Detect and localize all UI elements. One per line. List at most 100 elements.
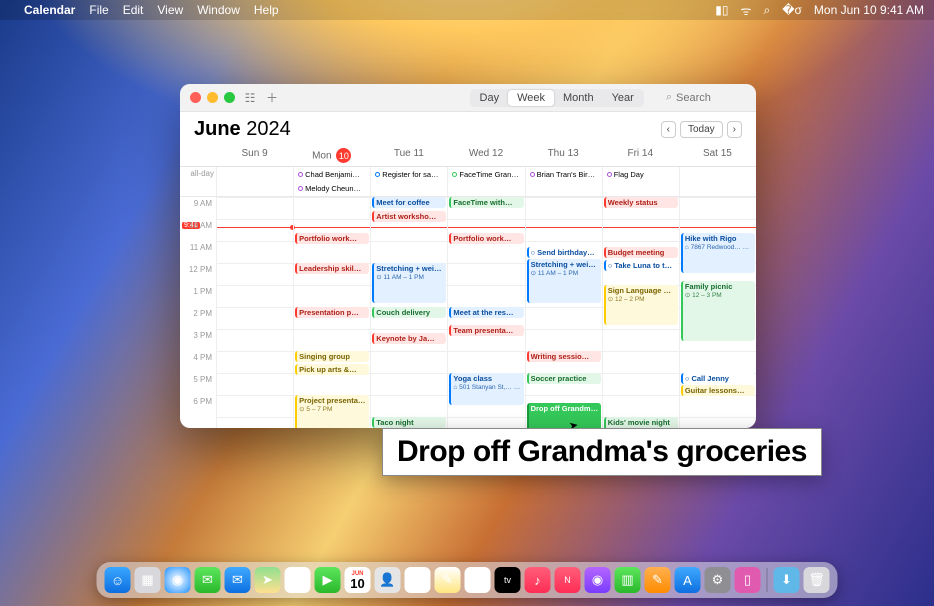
dock-notes-icon[interactable]: ✎ [435, 567, 461, 593]
app-menu[interactable]: Calendar [24, 3, 75, 17]
calendar-event[interactable]: Meet for coffee [372, 197, 446, 208]
dock-calendar-icon[interactable]: JUN10 [345, 567, 371, 593]
day-header[interactable]: Fri 14 [602, 145, 679, 166]
view-month[interactable]: Month [554, 90, 603, 106]
window-zoom-button[interactable] [224, 92, 235, 103]
day-column[interactable]: FaceTime with… Portfolio work… Meet at the… [447, 197, 524, 428]
dock-maps-icon[interactable]: ➤ [255, 567, 281, 593]
menu-clock[interactable]: Mon Jun 10 9:41 AM [814, 3, 924, 17]
day-header[interactable]: Sat 15 [679, 145, 756, 166]
calendar-event[interactable]: Kids' movie night [604, 417, 678, 428]
day-column[interactable] [216, 197, 293, 428]
menu-file[interactable]: File [89, 3, 108, 17]
day-column[interactable]: Weekly status Budget meeting ○ Take Luna t… [602, 197, 679, 428]
dock-finder-icon[interactable]: ☺ [105, 567, 131, 593]
dock-messages-icon[interactable]: ✉ [195, 567, 221, 593]
calendar-event[interactable]: Drop off Grandma's groceries [527, 403, 601, 428]
calendar-event[interactable]: Sign Language Club⊙ 12 – 2 PM [604, 285, 678, 325]
day-column[interactable]: Hike with Rigo⌂ 7867 Redwood… ⊙ 10 AM – … [679, 197, 756, 428]
allday-event[interactable]: Brian Tran's Bir… [527, 168, 601, 181]
calendar-event[interactable]: Pick up arts &… [295, 364, 369, 375]
calendar-event[interactable]: Couch delivery [372, 307, 446, 318]
day-column[interactable]: Portfolio work… Leadership skil… Presentat… [293, 197, 370, 428]
calendar-event[interactable]: Soccer practice [527, 373, 601, 384]
dock-music-icon[interactable]: ♪ [525, 567, 551, 593]
dock-photos-icon[interactable]: ✿ [285, 567, 311, 593]
dock-facetime-icon[interactable]: ▶ [315, 567, 341, 593]
search-field[interactable]: ⌕ [666, 91, 746, 104]
dock-reminders-icon[interactable]: ☰ [405, 567, 431, 593]
day-column[interactable]: Meet for coffee Artist worksho… Stretching… [370, 197, 447, 428]
menu-edit[interactable]: Edit [123, 3, 144, 17]
dock-appstore-icon[interactable]: A [675, 567, 701, 593]
menu-help[interactable]: Help [254, 3, 279, 17]
dock-mail-icon[interactable]: ✉ [225, 567, 251, 593]
dock-settings-icon[interactable]: ⚙ [705, 567, 731, 593]
day-header[interactable]: Tue 11 [370, 145, 447, 166]
dock-launchpad-icon[interactable]: ▦ [135, 567, 161, 593]
allday-event[interactable]: FaceTime Gran… [449, 168, 523, 181]
dock-freeform-icon[interactable]: ✏ [465, 567, 491, 593]
today-button[interactable]: Today [680, 121, 723, 138]
search-input[interactable] [676, 92, 746, 104]
calendar-event[interactable]: Team presenta… [449, 325, 523, 336]
calendar-event[interactable]: Guitar lessons… [681, 385, 755, 396]
control-center-icon[interactable]: �σ [782, 3, 802, 17]
calendar-event[interactable]: Keynote by Ja… [372, 333, 446, 344]
menu-window[interactable]: Window [197, 3, 240, 17]
view-week[interactable]: Week [508, 90, 554, 106]
calendar-event[interactable]: Artist worksho… [372, 211, 446, 222]
calendar-event[interactable]: Writing sessio… [527, 351, 601, 362]
dock-downloads-icon[interactable]: ⬇ [774, 567, 800, 593]
dock-safari-icon[interactable]: ◉ [165, 567, 191, 593]
view-day[interactable]: Day [471, 90, 509, 106]
calendar-event[interactable]: Weekly status [604, 197, 678, 208]
allday-event[interactable]: Flag Day [604, 168, 678, 181]
dock-news-icon[interactable]: N [555, 567, 581, 593]
dock-numbers-icon[interactable]: ▥ [615, 567, 641, 593]
calendar-event[interactable]: Presentation p… [295, 307, 369, 318]
calendar-event[interactable]: Project presentations⊙ 5 – 7 PM [295, 395, 369, 428]
calendar-event[interactable]: Leadership skil… [295, 263, 369, 274]
calendar-event[interactable]: Family picnic⊙ 12 – 3 PM [681, 281, 755, 341]
next-week-button[interactable]: › [727, 121, 742, 138]
wifi-icon[interactable]: ᯤ [741, 2, 752, 19]
dock-trash-icon[interactable]: 🗑 [804, 567, 830, 593]
calendar-event[interactable]: Meet at the res… [449, 307, 523, 318]
calendar-event[interactable]: Stretching + weights⊙ 11 AM – 1 PM [527, 259, 601, 303]
day-header[interactable]: Thu 13 [525, 145, 602, 166]
day-header-today[interactable]: Mon 10 [293, 145, 370, 166]
add-event-icon[interactable]: ＋ [265, 91, 279, 105]
calendars-toggle-icon[interactable]: ☷ [243, 91, 257, 105]
window-close-button[interactable] [190, 92, 201, 103]
allday-event[interactable]: Chad Benjami… [295, 168, 369, 181]
window-minimize-button[interactable] [207, 92, 218, 103]
view-year[interactable]: Year [603, 90, 643, 106]
dock-pages-icon[interactable]: ✎ [645, 567, 671, 593]
calendar-event[interactable]: Stretching + weights⊙ 11 AM – 1 PM [372, 263, 446, 303]
dock-tv-icon[interactable]: tv [495, 567, 521, 593]
calendar-event[interactable]: Singing group [295, 351, 369, 362]
day-header[interactable]: Wed 12 [447, 145, 524, 166]
calendar-event[interactable]: ○ Call Jenny [681, 373, 755, 384]
dock-podcasts-icon[interactable]: ◉ [585, 567, 611, 593]
prev-week-button[interactable]: ‹ [661, 121, 676, 138]
calendar-event[interactable]: Hike with Rigo⌂ 7867 Redwood… ⊙ 10 AM – … [681, 233, 755, 273]
battery-icon[interactable]: ▮▯ [715, 3, 728, 17]
allday-event[interactable]: Register for sa… [372, 168, 446, 181]
calendar-event[interactable]: Taco night [372, 417, 446, 428]
calendar-event[interactable]: ○ Send birthday… [527, 247, 601, 258]
calendar-event[interactable]: ○ Take Luna to th… [604, 260, 678, 271]
calendar-event[interactable]: FaceTime with… [449, 197, 523, 208]
menu-view[interactable]: View [157, 3, 183, 17]
dock-contacts-icon[interactable]: 👤 [375, 567, 401, 593]
spotlight-icon[interactable]: ⌕ [763, 3, 770, 18]
allday-event[interactable]: Melody Cheun… [295, 182, 369, 195]
calendar-event[interactable]: Portfolio work… [295, 233, 369, 244]
day-header[interactable]: Sun 9 [216, 145, 293, 166]
calendar-event[interactable]: Portfolio work… [449, 233, 523, 244]
day-column[interactable]: ○ Send birthday…Stretching + weights⊙ 11… [525, 197, 602, 428]
calendar-event[interactable]: Yoga class⌂ 501 Stanyan St,… ⊙ 4 – 5:30 … [449, 373, 523, 405]
dock-iphone-mirror-icon[interactable]: ▯ [735, 567, 761, 593]
calendar-event[interactable]: Budget meeting [604, 247, 678, 258]
